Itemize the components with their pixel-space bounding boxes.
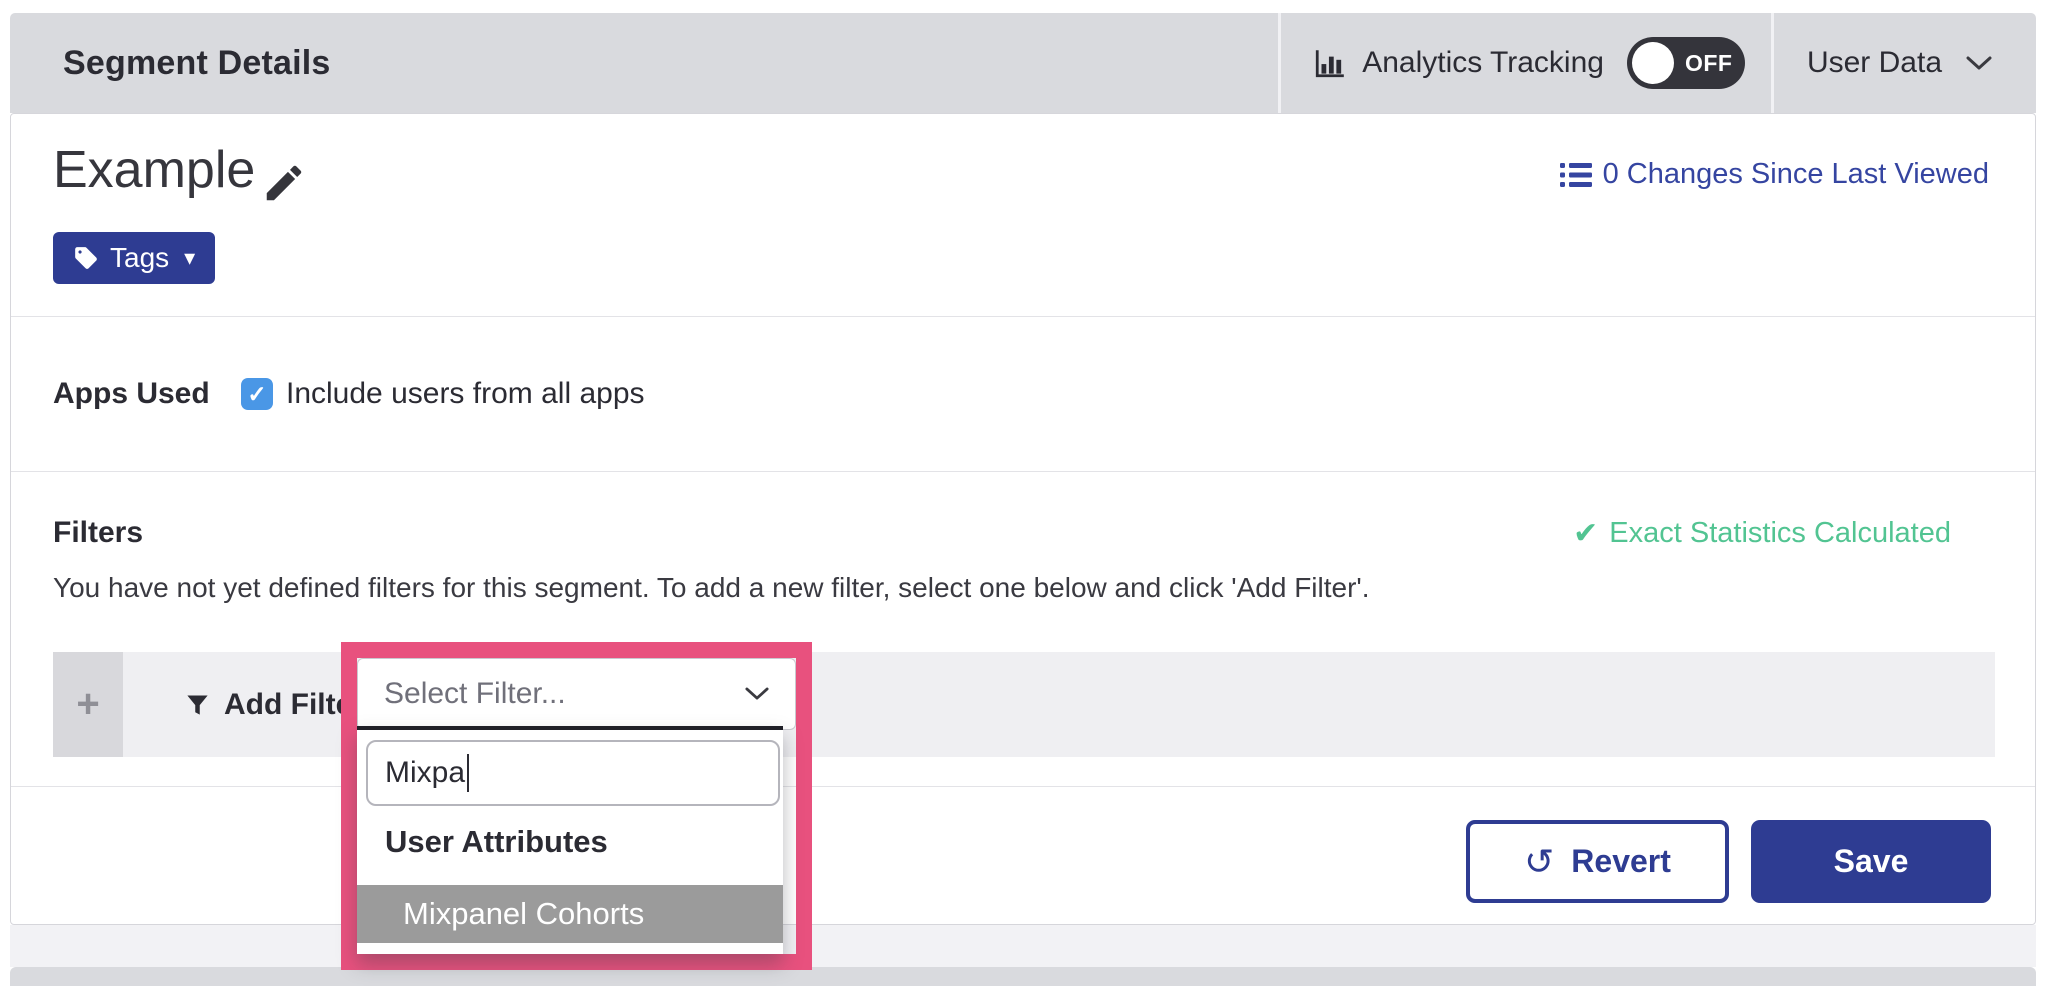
caret-down-icon: ▾ (184, 247, 195, 269)
segment-name: Example (53, 140, 255, 200)
text-cursor (467, 754, 469, 792)
exact-statistics-status: ✔ Exact Statistics Calculated (1573, 516, 1951, 551)
bar-chart-icon (1313, 46, 1347, 80)
tag-icon (73, 245, 99, 271)
segment-details-page: Segment Details Analytics Tracking OFF U… (0, 0, 2046, 986)
segment-title-section: Example Tags ▾ 0 Ch (11, 114, 2035, 316)
plus-icon: + (76, 682, 99, 727)
header-actions: Analytics Tracking OFF User Data (1278, 13, 2036, 113)
chevron-down-icon (745, 687, 769, 701)
analytics-tracking-control: Analytics Tracking OFF (1281, 13, 1771, 113)
user-data-label: User Data (1807, 46, 1942, 80)
toggle-state-label: OFF (1685, 50, 1733, 77)
include-all-apps-checkbox[interactable]: ✓ (241, 378, 273, 410)
segment-details-card: Example Tags ▾ 0 Ch (10, 113, 2036, 925)
filter-select[interactable]: Select Filter... (357, 658, 796, 730)
add-filter-plus-button[interactable]: + (53, 652, 123, 757)
analytics-tracking-label: Analytics Tracking (1362, 46, 1604, 80)
pencil-icon[interactable] (261, 160, 307, 206)
toggle-knob (1632, 42, 1674, 84)
filter-select-dropdown: Mixpa User Attributes Mixpanel Cohorts (357, 726, 783, 954)
dropdown-group-header: User Attributes (385, 824, 608, 860)
apps-used-label: Apps Used (53, 377, 241, 411)
save-button-label: Save (1834, 843, 1909, 880)
filter-select-value: Select Filter... (384, 677, 566, 711)
exact-statistics-label: Exact Statistics Calculated (1609, 517, 1951, 550)
include-all-apps-label: Include users from all apps (286, 377, 645, 411)
revert-button[interactable]: ↺ Revert (1466, 820, 1729, 903)
undo-icon: ↺ (1524, 844, 1554, 880)
page-title: Segment Details (63, 44, 331, 83)
revert-button-label: Revert (1571, 843, 1671, 880)
changes-link-label: 0 Changes Since Last Viewed (1603, 158, 1989, 191)
funnel-icon (184, 691, 211, 718)
chevron-down-icon (1966, 56, 1992, 71)
filter-select-highlight-box: Select Filter... Mixpa User Attributes M… (341, 642, 812, 970)
page-background-strip (10, 925, 2036, 967)
tags-button[interactable]: Tags ▾ (53, 232, 215, 284)
analytics-tracking-toggle[interactable]: OFF (1627, 37, 1745, 89)
actions-footer-section: ↺ Revert Save (11, 786, 2035, 925)
list-icon (1560, 162, 1592, 188)
checkbox-check-icon: ✓ (247, 381, 266, 408)
changes-since-last-viewed-link[interactable]: 0 Changes Since Last Viewed (1560, 158, 1989, 191)
filter-search-input[interactable]: Mixpa (366, 740, 780, 806)
tags-button-label: Tags (110, 242, 169, 274)
apps-used-section: Apps Used ✓ Include users from all apps (11, 316, 2035, 471)
dropdown-option-mixpanel-cohorts[interactable]: Mixpanel Cohorts (357, 885, 783, 943)
check-icon: ✔ (1573, 516, 1598, 551)
filters-section: Filters ✔ Exact Statistics Calculated Yo… (11, 471, 2035, 786)
option-label: Mixpanel Cohorts (403, 896, 644, 932)
top-header-bar: Segment Details Analytics Tracking OFF U… (10, 13, 2036, 113)
filters-heading: Filters (53, 516, 143, 550)
save-button[interactable]: Save (1751, 820, 1991, 903)
add-filter-label-group: Add Filter (184, 688, 364, 722)
next-section-bar (10, 967, 2036, 986)
user-data-dropdown[interactable]: User Data (1774, 13, 2036, 113)
filter-search-value: Mixpa (385, 756, 465, 790)
filters-description: You have not yet defined filters for thi… (53, 572, 1370, 604)
